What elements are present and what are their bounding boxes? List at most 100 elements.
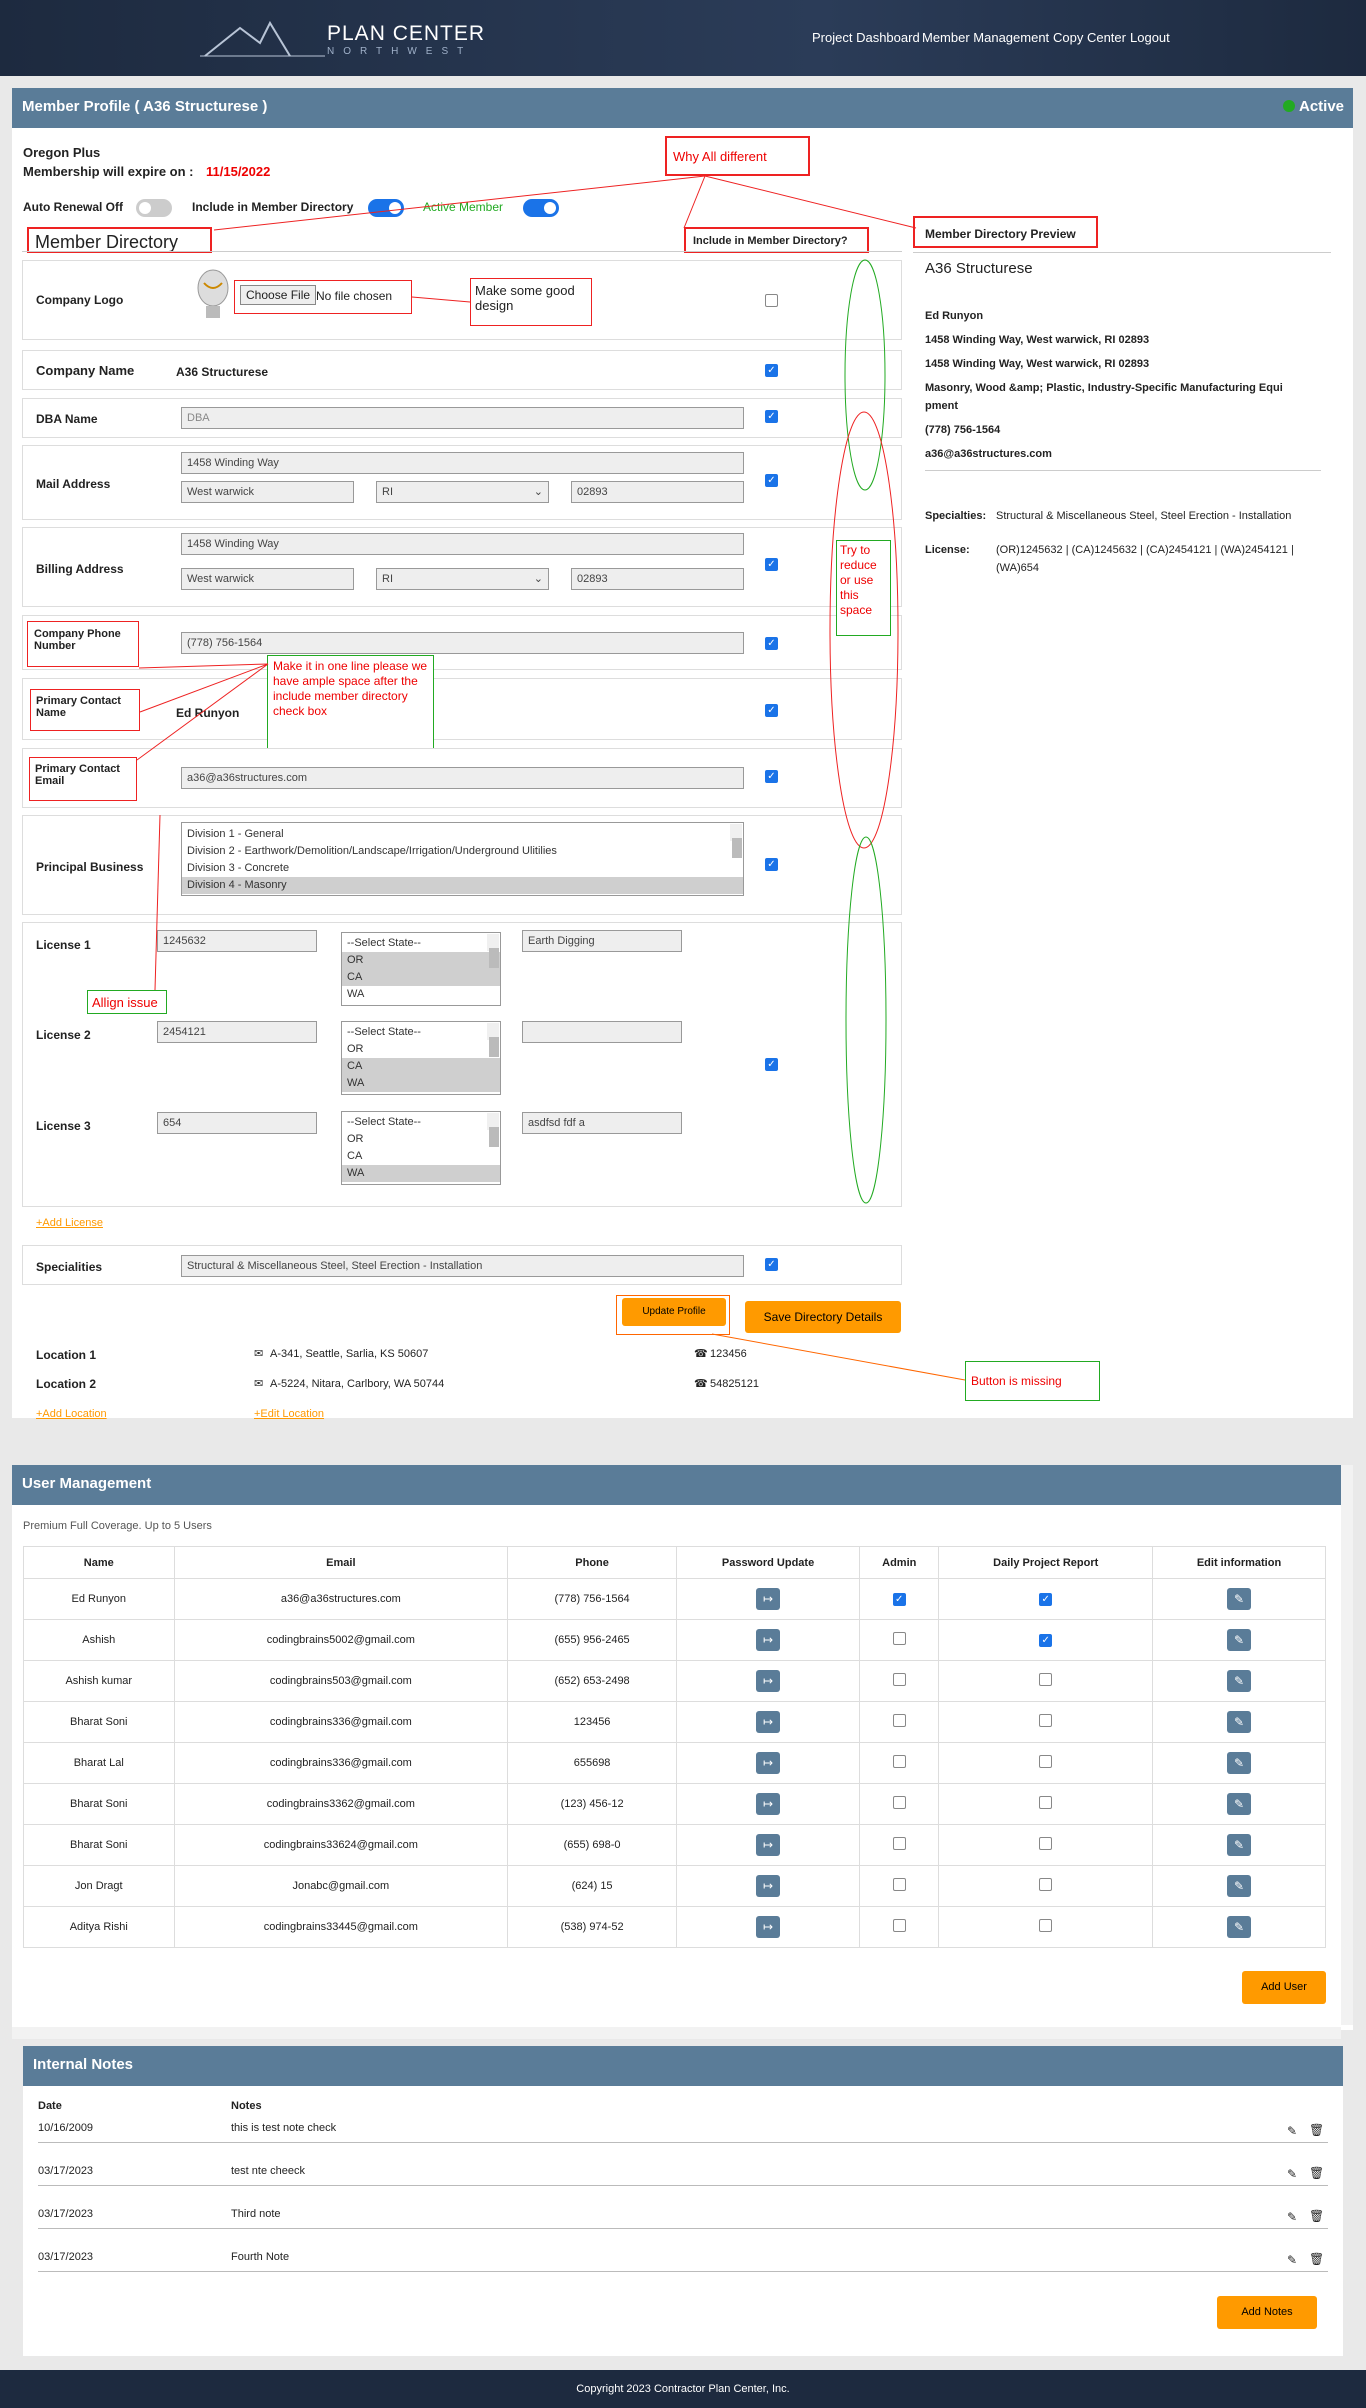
trash-icon[interactable]: 🗑 bbox=[1309, 2166, 1324, 2180]
user-name: Bharat Lal bbox=[23, 1742, 175, 1784]
table-row: Bharat Lal codingbrains336@gmail.com 65569… bbox=[23, 1742, 1326, 1784]
report-cell bbox=[938, 1865, 1154, 1907]
divider bbox=[38, 2228, 1328, 2229]
pencil-icon[interactable]: ✎ bbox=[1287, 2167, 1297, 2181]
sign-out-icon[interactable]: ↦ bbox=[756, 1711, 781, 1733]
sign-out-icon[interactable]: ↦ bbox=[756, 1834, 781, 1856]
report-checkbox[interactable] bbox=[1039, 1755, 1053, 1768]
edit-cell: ✎ bbox=[1152, 1660, 1326, 1702]
sign-out-icon[interactable]: ↦ bbox=[756, 1752, 781, 1774]
sign-out-icon[interactable]: ↦ bbox=[756, 1793, 781, 1815]
pencil-icon[interactable]: ✎ bbox=[1287, 2210, 1297, 2224]
user-phone: (624) 15 bbox=[507, 1865, 677, 1907]
admin-checkbox[interactable] bbox=[892, 1673, 906, 1686]
note-date: 03/17/2023 bbox=[38, 2208, 94, 2220]
notes-notes-header: Notes bbox=[231, 2100, 262, 2112]
report-checkbox[interactable] bbox=[1039, 1878, 1053, 1891]
table-header: Daily Project Report bbox=[938, 1546, 1154, 1579]
password-update-cell: ↦ bbox=[675, 1701, 861, 1743]
user-email: a36@a36structures.com bbox=[173, 1578, 509, 1620]
trash-icon[interactable]: 🗑 bbox=[1309, 2252, 1324, 2266]
admin-cell bbox=[859, 1865, 940, 1907]
user-phone: (778) 756-1564 bbox=[507, 1578, 677, 1620]
admin-checkbox[interactable] bbox=[892, 1837, 906, 1850]
pencil-icon[interactable]: ✎ bbox=[1227, 1629, 1252, 1651]
pencil-icon[interactable]: ✎ bbox=[1227, 1752, 1252, 1774]
pencil-icon[interactable]: ✎ bbox=[1227, 1834, 1252, 1856]
password-update-cell: ↦ bbox=[675, 1578, 861, 1620]
pencil-icon[interactable]: ✎ bbox=[1227, 1875, 1252, 1897]
admin-cell bbox=[859, 1824, 940, 1866]
report-checkbox[interactable] bbox=[1039, 1837, 1053, 1850]
user-email: codingbrains336@gmail.com bbox=[173, 1742, 509, 1784]
user-name: Ed Runyon bbox=[23, 1578, 175, 1620]
table-row: Bharat Soni codingbrains3362@gmail.com (12… bbox=[23, 1783, 1326, 1825]
trash-icon[interactable]: 🗑 bbox=[1309, 2209, 1324, 2223]
pencil-icon[interactable]: ✎ bbox=[1227, 1711, 1252, 1733]
table-header: Email bbox=[173, 1546, 509, 1579]
note-text: test nte cheeck bbox=[231, 2165, 305, 2177]
note-date: 10/16/2009 bbox=[38, 2122, 94, 2134]
admin-checkbox[interactable] bbox=[892, 1796, 906, 1809]
horizontal-scrollbar[interactable] bbox=[12, 2027, 1341, 2039]
internal-notes-title: Internal Notes bbox=[33, 2056, 134, 2073]
table-header: Phone bbox=[507, 1546, 677, 1579]
table-row: Bharat Soni codingbrains33624@gmail.com (6… bbox=[23, 1824, 1326, 1866]
pencil-icon[interactable]: ✎ bbox=[1227, 1588, 1252, 1610]
sign-out-icon[interactable]: ↦ bbox=[756, 1588, 781, 1610]
annotation-lines bbox=[136, 175, 966, 1381]
user-name: Bharat Soni bbox=[23, 1783, 175, 1825]
trash-icon[interactable]: 🗑 bbox=[1309, 2123, 1324, 2137]
sign-out-icon[interactable]: ↦ bbox=[756, 1670, 781, 1692]
admin-checkbox[interactable] bbox=[892, 1714, 906, 1727]
user-email: codingbrains3362@gmail.com bbox=[173, 1783, 509, 1825]
sign-out-icon[interactable]: ↦ bbox=[756, 1875, 781, 1897]
report-checkbox[interactable] bbox=[1039, 1714, 1053, 1727]
report-checkbox[interactable]: ✓ bbox=[1039, 1633, 1053, 1647]
password-update-cell: ↦ bbox=[675, 1783, 861, 1825]
admin-cell: ✓ bbox=[859, 1578, 940, 1620]
edit-cell: ✎ bbox=[1152, 1824, 1326, 1866]
password-update-cell: ↦ bbox=[675, 1824, 861, 1866]
admin-checkbox[interactable] bbox=[892, 1919, 906, 1932]
report-cell bbox=[938, 1783, 1154, 1825]
divider bbox=[38, 2185, 1328, 2186]
report-cell bbox=[938, 1660, 1154, 1702]
password-update-cell: ↦ bbox=[675, 1742, 861, 1784]
report-checkbox[interactable]: ✓ bbox=[1039, 1592, 1053, 1606]
divider bbox=[38, 2142, 1328, 2143]
edit-cell: ✎ bbox=[1152, 1742, 1326, 1784]
report-checkbox[interactable] bbox=[1039, 1919, 1053, 1932]
admin-checkbox[interactable] bbox=[892, 1755, 906, 1768]
user-management-bar: User Management bbox=[12, 1465, 1341, 1505]
admin-checkbox[interactable] bbox=[892, 1632, 906, 1645]
report-checkbox[interactable] bbox=[1039, 1673, 1053, 1686]
pencil-icon[interactable]: ✎ bbox=[1287, 2124, 1297, 2138]
pencil-icon[interactable]: ✎ bbox=[1227, 1670, 1252, 1692]
report-cell bbox=[938, 1701, 1154, 1743]
user-email: codingbrains5002@gmail.com bbox=[173, 1619, 509, 1661]
vertical-scrollbar[interactable] bbox=[1341, 1465, 1353, 2025]
add-notes-button[interactable]: Add Notes bbox=[1217, 2296, 1317, 2329]
note-text: Third note bbox=[231, 2208, 281, 2220]
sign-out-icon[interactable]: ↦ bbox=[756, 1916, 781, 1938]
pencil-icon[interactable]: ✎ bbox=[1287, 2253, 1297, 2267]
report-checkbox[interactable] bbox=[1039, 1796, 1053, 1809]
admin-checkbox[interactable] bbox=[892, 1878, 906, 1891]
admin-checkbox[interactable]: ✓ bbox=[892, 1592, 906, 1606]
sign-out-icon[interactable]: ↦ bbox=[756, 1629, 781, 1651]
pencil-icon[interactable]: ✎ bbox=[1227, 1916, 1252, 1938]
divider bbox=[38, 2271, 1328, 2272]
table-header: Admin bbox=[859, 1546, 940, 1579]
note-text: this is test note check bbox=[231, 2122, 337, 2134]
admin-cell bbox=[859, 1906, 940, 1948]
user-management-title: User Management bbox=[22, 1475, 152, 1492]
edit-cell: ✎ bbox=[1152, 1578, 1326, 1620]
pencil-icon[interactable]: ✎ bbox=[1227, 1793, 1252, 1815]
report-cell bbox=[938, 1824, 1154, 1866]
add-user-button[interactable]: Add User bbox=[1242, 1971, 1326, 2004]
report-cell bbox=[938, 1906, 1154, 1948]
report-cell: ✓ bbox=[938, 1619, 1154, 1661]
footer: Copyright 2023 Contractor Plan Center, I… bbox=[0, 2370, 1366, 2408]
table-row: Ed Runyon a36@a36structures.com (778) 756-… bbox=[23, 1578, 1326, 1620]
